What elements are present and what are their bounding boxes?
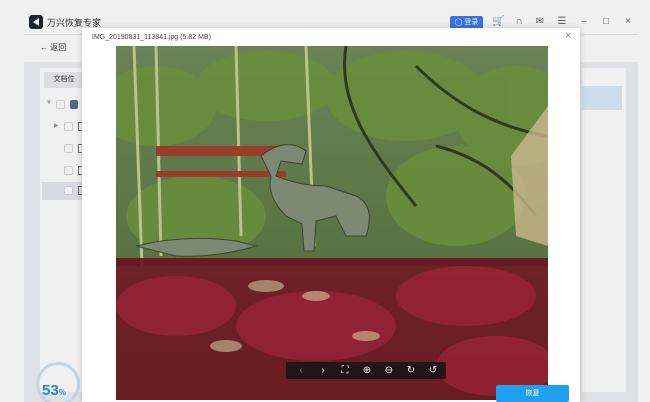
jungle-photo [116,46,548,400]
zoom-out-icon[interactable]: ⊖ [380,362,398,379]
next-icon[interactable]: › [314,362,332,379]
rotate-left-icon[interactable]: ↺ [424,362,442,379]
preview-dialog: IMG_20190831_113841.jpg (5.82 MB) × ‹ › … [82,28,580,402]
image-toolbar: ‹ › ⛶ ⊕ ⊖ ↻ ↺ [286,362,446,379]
prev-icon[interactable]: ‹ [292,362,310,379]
preview-image: ‹ › ⛶ ⊕ ⊖ ↻ ↺ [116,46,548,400]
restore-button[interactable]: 恢复 [496,385,569,402]
rotate-right-icon[interactable]: ↻ [402,362,420,379]
preview-filename: IMG_20190831_113841.jpg (5.82 MB) [92,34,211,41]
fullscreen-icon[interactable]: ⛶ [336,362,354,379]
zoom-in-icon[interactable]: ⊕ [358,362,376,379]
close-icon[interactable]: × [565,30,571,42]
